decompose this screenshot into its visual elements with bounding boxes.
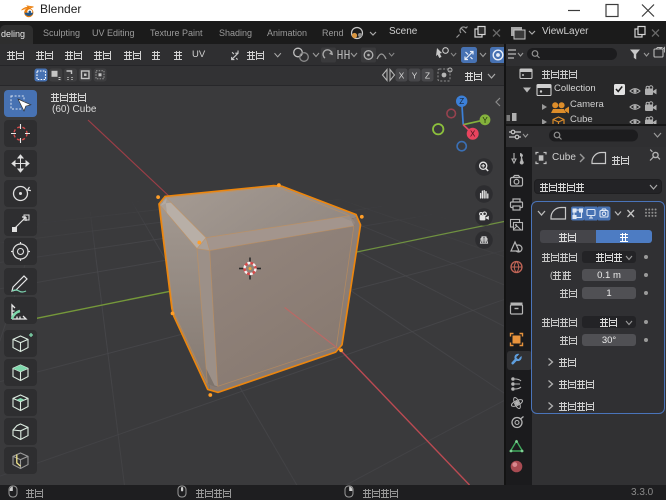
svg-text:Y: Y: [482, 116, 488, 125]
svg-text:Y: Y: [412, 71, 418, 81]
svg-text:Z: Z: [459, 97, 464, 106]
svg-text:X: X: [470, 130, 476, 139]
svg-text:X: X: [399, 71, 405, 81]
svg-text:Z: Z: [425, 71, 430, 81]
